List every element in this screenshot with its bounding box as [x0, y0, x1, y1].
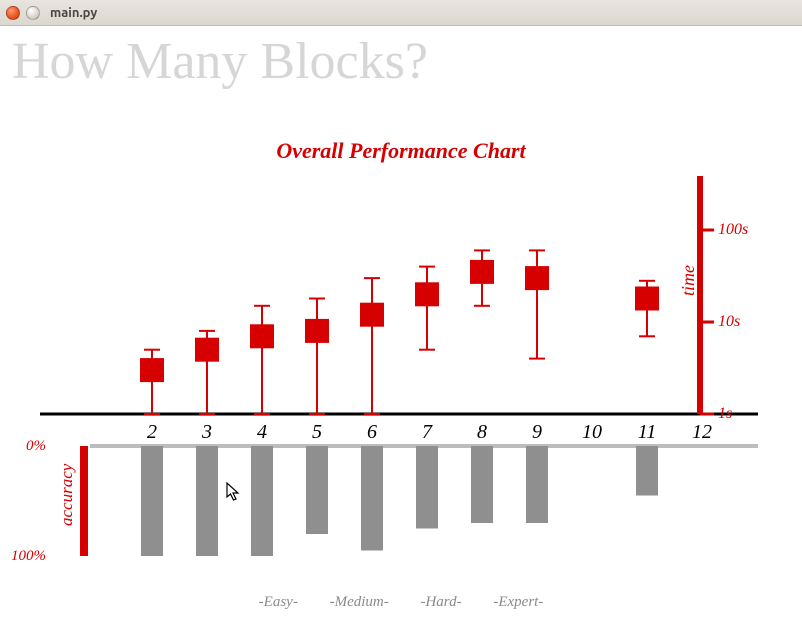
time-tick-10s: 10s: [718, 313, 740, 330]
close-icon[interactable]: [6, 6, 20, 20]
svg-text:7: 7: [422, 421, 433, 443]
legend-expert: -Expert-: [493, 594, 543, 610]
app-window: main.py How Many Blocks? Overall Perform…: [0, 0, 802, 629]
acc-tick-0: 0%: [26, 438, 46, 454]
performance-chart: 1s 10s 100s time 2 3 4 5 6 7 8 9 10 11 1…: [0, 26, 802, 629]
accuracy-axis-label: accuracy: [57, 463, 76, 526]
legend-hard: -Hard-: [420, 594, 461, 610]
svg-text:3: 3: [201, 421, 212, 443]
time-series: [141, 250, 658, 414]
svg-text:5: 5: [312, 421, 322, 443]
acc-tick-100: 100%: [11, 548, 46, 564]
svg-text:12: 12: [692, 421, 712, 443]
titlebar[interactable]: main.py: [0, 0, 802, 26]
svg-text:11: 11: [638, 421, 657, 443]
legend-easy: -Easy-: [259, 594, 298, 610]
svg-text:9: 9: [532, 421, 542, 443]
time-tick-100s: 100s: [718, 221, 748, 238]
content-area: How Many Blocks? Overall Performance Cha…: [0, 26, 802, 629]
minimize-icon[interactable]: [26, 6, 40, 20]
svg-text:8: 8: [477, 421, 487, 443]
accuracy-series: [141, 446, 658, 556]
difficulty-legend: -Easy- -Medium- -Hard- -Expert-: [0, 594, 802, 611]
legend-medium: -Medium-: [330, 594, 389, 610]
time-axis-label: time: [678, 265, 698, 296]
svg-text:10: 10: [582, 421, 602, 443]
x-ticks: 2 3 4 5 6 7 8 9 10 11 12: [147, 421, 712, 443]
svg-text:2: 2: [147, 421, 157, 443]
svg-text:4: 4: [257, 421, 267, 443]
time-tick-1s: 1s: [718, 405, 732, 422]
svg-text:6: 6: [367, 421, 377, 443]
window-title: main.py: [50, 6, 97, 20]
